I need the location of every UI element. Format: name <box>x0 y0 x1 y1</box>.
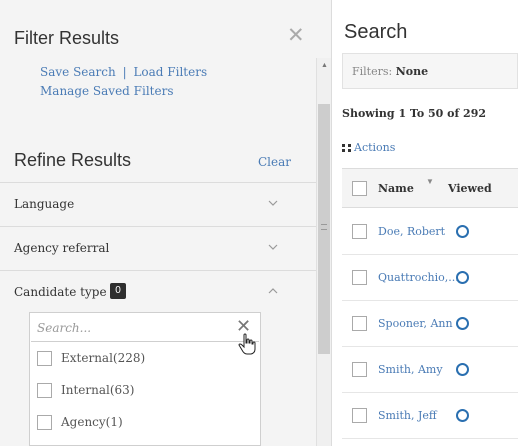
active-filters-text: Filters: None <box>352 65 428 78</box>
filter-panel-scrollbar[interactable]: ▲ <box>316 58 331 446</box>
table-row: Smith, Jeff <box>342 393 518 439</box>
option-label: Agency(1) <box>61 415 123 429</box>
option-checkbox[interactable] <box>37 415 52 430</box>
viewed-status-icon <box>456 225 469 238</box>
row-checkbox[interactable] <box>352 362 367 377</box>
refine-results-title: Refine Results <box>14 150 132 170</box>
results-count: Showing 1 To 50 of 292 <box>342 107 487 120</box>
candidate-name-link[interactable]: Spooner, Ann <box>378 317 453 330</box>
facet-search-box: ✕ <box>31 314 259 342</box>
facet-search-input[interactable] <box>37 319 227 337</box>
option-internal[interactable]: Internal(63) <box>34 377 254 405</box>
viewed-status-icon <box>456 271 469 284</box>
load-filters-link[interactable]: Load Filters <box>133 65 207 79</box>
table-row: Quattrochio,... <box>342 255 518 301</box>
chevron-up-icon[interactable] <box>268 286 278 296</box>
candidate-name-link[interactable]: Doe, Robert <box>378 225 445 238</box>
facet-label: Agency referral <box>14 241 110 255</box>
table-row: Smith, Amy <box>342 347 518 393</box>
option-label: Internal(63) <box>61 383 135 397</box>
row-checkbox[interactable] <box>352 316 367 331</box>
candidate-name-link[interactable]: Smith, Jeff <box>378 409 437 422</box>
facet-language[interactable]: Language <box>0 182 316 226</box>
actions-menu[interactable]: Actions <box>342 141 395 154</box>
actions-label: Actions <box>354 141 396 154</box>
row-checkbox[interactable] <box>352 270 367 285</box>
saved-filter-links: Save Search | Load Filters <box>40 65 207 79</box>
candidate-type-options: ✕ External(228) Internal(63) Agency(1) <box>29 312 261 446</box>
viewed-status-icon <box>456 409 469 422</box>
table-row: Spooner, Ann <box>342 301 518 347</box>
clear-filters-link[interactable]: Clear <box>258 155 291 169</box>
select-all-checkbox[interactable] <box>352 181 367 196</box>
table-row: Doe, Robert <box>342 209 518 255</box>
grid-icon <box>342 144 351 152</box>
viewed-status-icon <box>456 363 469 376</box>
facet-label: Candidate type <box>14 285 107 299</box>
hand-cursor-icon <box>238 333 256 355</box>
option-label: External(228) <box>61 351 146 365</box>
sort-arrow-icon[interactable]: ▼ <box>426 177 434 186</box>
filters-value: None <box>395 65 429 78</box>
link-separator: | <box>122 65 127 79</box>
facet-label: Language <box>14 197 75 211</box>
column-header-name[interactable]: Name <box>378 182 414 195</box>
row-checkbox[interactable] <box>352 408 367 423</box>
option-external[interactable]: External(228) <box>34 345 254 373</box>
row-checkbox[interactable] <box>352 224 367 239</box>
selected-count-badge: 0 <box>110 283 126 299</box>
table-header: Name ▼ Viewed <box>342 168 518 208</box>
option-checkbox[interactable] <box>37 383 52 398</box>
candidate-name-link[interactable]: Smith, Amy <box>378 363 443 376</box>
facet-agency-referral[interactable]: Agency referral <box>0 226 316 270</box>
scrollbar-grip <box>321 224 327 230</box>
manage-saved-filters-link[interactable]: Manage Saved Filters <box>40 84 174 98</box>
close-icon[interactable]: ✕ <box>287 25 305 46</box>
scrollbar-thumb[interactable] <box>318 104 330 354</box>
option-agency[interactable]: Agency(1) <box>34 409 254 437</box>
facet-candidate-type[interactable]: Candidate type 0 <box>0 270 316 314</box>
filter-panel-title: Filter Results <box>14 28 120 48</box>
candidate-name-link[interactable]: Quattrochio,... <box>378 271 459 284</box>
filters-key: Filters: <box>352 65 393 78</box>
option-checkbox[interactable] <box>37 351 52 366</box>
save-search-link[interactable]: Save Search <box>40 65 116 79</box>
filter-panel-header: Filter Results ✕ <box>0 0 331 58</box>
active-filters-bar: Filters: None <box>342 53 518 89</box>
chevron-down-icon[interactable] <box>268 242 278 252</box>
scroll-up-arrow-icon[interactable]: ▲ <box>321 62 328 69</box>
page-title: Search <box>344 21 408 43</box>
chevron-down-icon[interactable] <box>268 198 278 208</box>
column-header-viewed[interactable]: Viewed <box>448 182 492 195</box>
viewed-status-icon <box>456 317 469 330</box>
search-main-area: Search Filters: None Showing 1 To 50 of … <box>333 0 518 446</box>
